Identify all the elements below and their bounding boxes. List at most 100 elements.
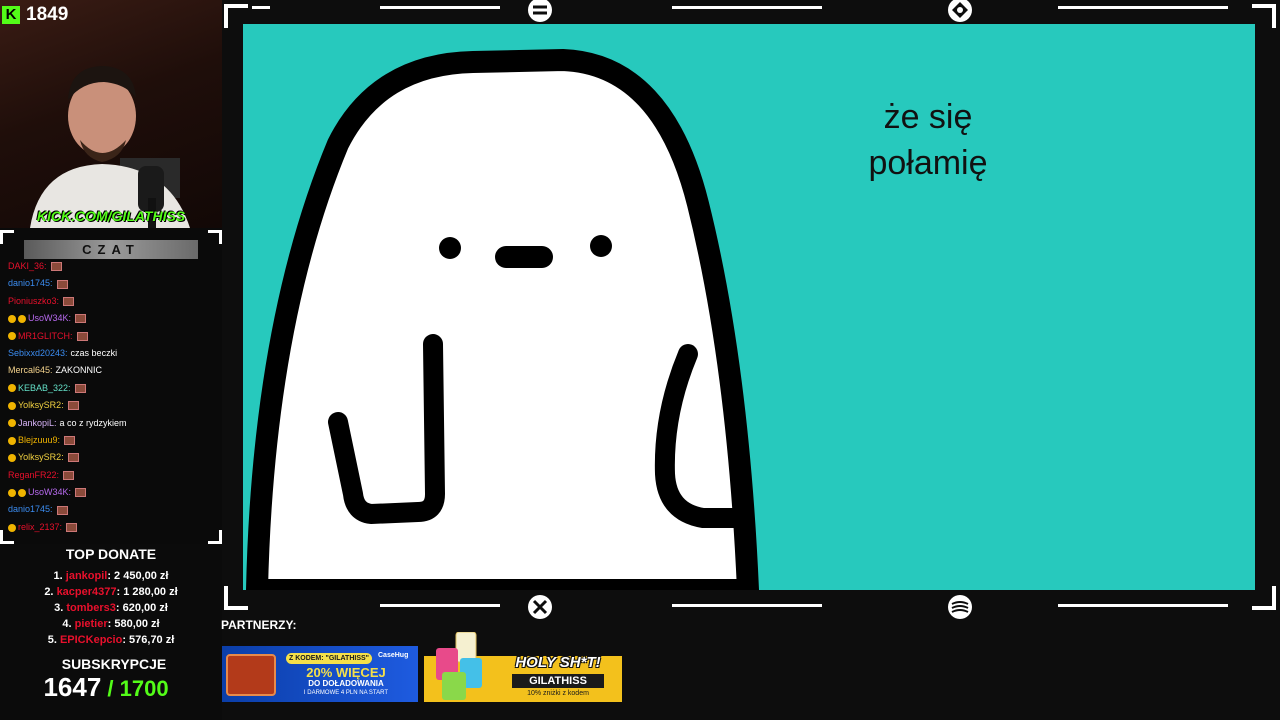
chat-emote-icon (56, 279, 68, 289)
webcam-feed: K 1849 KICK.COM/GILATHISS (0, 0, 222, 228)
donate-amount: : 620,00 zł (115, 602, 168, 614)
chat-badge-icon (18, 488, 26, 497)
chat-username[interactable]: YolksySR2: (18, 449, 64, 466)
chat-emote-icon (74, 383, 86, 393)
donate-name: tombers3 (66, 602, 116, 614)
chat-emote-icon (67, 453, 79, 463)
promo-code: GILATHISS (512, 674, 604, 688)
partner-banner-holy[interactable]: HOLY SH*T! GILATHISS 10% zniżki z kodem (424, 632, 622, 702)
chat-username[interactable]: JankopiL: (18, 415, 57, 432)
donate-rank: 4. (62, 618, 72, 630)
partner-brand: CaseHug (378, 652, 409, 659)
subscriptions-current: 1647 (43, 672, 102, 702)
chat-username[interactable]: Pioniuszko3: (8, 293, 59, 310)
chat-message: relix_2137: (8, 519, 218, 536)
caption-line: połamię (868, 144, 988, 182)
chat-username[interactable]: MR1GLITCH: (18, 328, 73, 345)
partners-label: PARTNERZY: (221, 618, 297, 632)
frame-line (672, 6, 822, 9)
promo-code: Z KODEM: "GILATHISS" (286, 653, 372, 664)
chat-badge-icon (8, 332, 16, 341)
kick-url: KICK.COM/GILATHISS (36, 208, 186, 224)
chat-badge-icon (8, 436, 16, 445)
chat-username[interactable]: UsoW34K: (28, 310, 71, 327)
chat-text: czas beczki (70, 347, 118, 358)
donate-entry: 2. kacper4377: 1 280,00 zł (0, 584, 222, 600)
frame-line (672, 604, 822, 607)
chat-badge-icon (18, 314, 26, 323)
donate-rank: 5. (47, 634, 57, 646)
chat-emote-icon (75, 314, 87, 324)
chat-message: YolksySR2: (8, 449, 218, 466)
chat-badge-icon (8, 314, 16, 323)
donate-rank: 3. (54, 602, 64, 614)
donate-amount: : 576,70 zł (122, 634, 175, 646)
promo-title: HOLY SH*T! (515, 654, 601, 671)
kick-logo-icon: K (2, 6, 20, 24)
chat-emote-icon (64, 436, 76, 446)
chat-panel: CZAT DAKI_36: danio1745: Pioniuszko3: UsoW3… (0, 228, 222, 544)
chat-message: KEBAB_322: (8, 380, 218, 397)
subscriptions-title: SUBSKRYPCJE (61, 656, 167, 672)
donate-amount: : 1 280,00 zł (116, 586, 178, 598)
chat-badge-icon (8, 453, 16, 462)
chat-header: CZAT (24, 240, 198, 259)
chat-username[interactable]: ReganFR22: (8, 467, 59, 484)
stream-overlay: K 1849 KICK.COM/GILATHISS CZAT DAKI_36: d… (0, 0, 1280, 720)
streamer-image (30, 66, 190, 228)
chat-message: danio1745: (8, 275, 218, 292)
chat-username[interactable]: danio1745: (8, 501, 53, 518)
chat-message: MR1GLITCH: (8, 328, 218, 345)
corner-bracket (1252, 4, 1276, 28)
frame-line (380, 6, 500, 9)
chat-text: ZAKONNIC (55, 365, 103, 376)
chat-message: UsoW34K: (8, 484, 218, 501)
drink-cans-icon (436, 632, 482, 700)
chat-emote-icon (63, 296, 75, 306)
subscriptions-goal: 1647 / 1700 (0, 672, 212, 703)
donate-name: kacper4377 (56, 586, 117, 598)
top-donate-panel: TOP DONATE 1. jankopil: 2 450,00 zł 2. ka… (0, 544, 222, 720)
viewer-count: 1849 (26, 4, 69, 25)
frame-line (1058, 604, 1228, 607)
chat-emote-icon (50, 262, 62, 272)
chat-username[interactable]: KEBAB_322: (18, 380, 71, 397)
frame-line (252, 6, 270, 9)
donate-name: pietier (74, 618, 108, 630)
chat-badge-icon (8, 419, 16, 428)
promo-fine-print: I DARMOWE 4 PLN NA START (303, 690, 389, 696)
chat-badge-icon (8, 384, 16, 393)
chat-message: Blejzuuu9: (8, 432, 218, 449)
chat-username[interactable]: DAKI_36: (8, 258, 47, 275)
donate-entry: 4. pietier: 580,00 zł (0, 616, 222, 632)
promo-subline: DO DOŁADOWANIA (308, 679, 384, 688)
promo-note: 10% zniżki z kodem (527, 690, 589, 697)
chat-username[interactable]: Blejzuuu9: (18, 432, 60, 449)
chat-username[interactable]: YolksySR2: (18, 397, 64, 414)
donate-entry: 5. EPICKepcio: 576,70 zł (0, 632, 222, 648)
donate-amount: : 580,00 zł (107, 618, 160, 630)
viewer-counter: K 1849 (2, 4, 68, 26)
chat-username[interactable]: Mercal645: (8, 362, 53, 379)
chat-username[interactable]: Sebixxd20243: (8, 345, 68, 362)
donate-entry: 1. jankopil: 2 450,00 zł (0, 568, 222, 584)
chat-badge-icon (8, 488, 16, 497)
donate-rank: 2. (44, 586, 54, 598)
chat-username[interactable]: relix_2137: (18, 519, 62, 536)
chat-username[interactable]: danio1745: (8, 275, 53, 292)
cross-logo-icon (528, 595, 552, 619)
chat-message: YolksySR2: (8, 397, 218, 414)
chat-message: JankopiL: a co z rydzykiem (8, 415, 218, 432)
top-donate-title: TOP DONATE (65, 546, 157, 562)
chat-message: UsoW34K: (8, 310, 218, 327)
chat-message: Sebixxd20243: czas beczki (8, 345, 218, 362)
chat-badge-icon (8, 401, 16, 410)
corner-bracket (208, 230, 222, 244)
chat-username[interactable]: UsoW34K: (28, 484, 71, 501)
animation-scene: że się połamię (243, 24, 1255, 590)
chat-emote-icon (75, 488, 87, 498)
chat-message: DAKI_36: (8, 258, 218, 275)
wave-logo-icon (948, 595, 972, 619)
frame-line (380, 604, 500, 607)
partner-banner-casehug[interactable]: Z KODEM: "GILATHISS" CaseHug 20% WIĘCEJ … (222, 646, 418, 702)
